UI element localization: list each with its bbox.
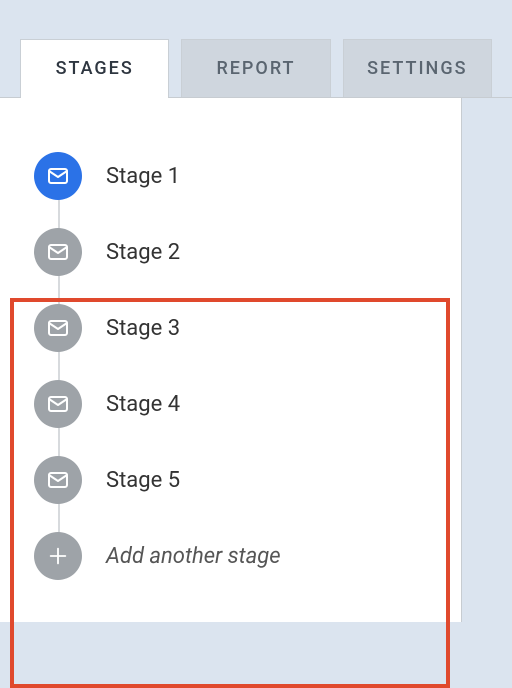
envelope-icon xyxy=(34,304,82,352)
tab-bar: STAGES REPORT SETTINGS xyxy=(0,0,512,98)
envelope-icon xyxy=(34,152,82,200)
tab-stages[interactable]: STAGES xyxy=(20,39,169,97)
envelope-icon xyxy=(34,380,82,428)
add-stage-label: Add another stage xyxy=(106,544,281,569)
stage-label: Stage 5 xyxy=(106,468,180,493)
stage-row[interactable]: Stage 5 xyxy=(34,442,427,518)
plus-icon xyxy=(34,532,82,580)
envelope-icon xyxy=(34,456,82,504)
tab-settings[interactable]: SETTINGS xyxy=(343,39,492,97)
stage-row[interactable]: Stage 2 xyxy=(34,214,427,290)
add-stage-row[interactable]: Add another stage xyxy=(34,518,427,594)
tab-report[interactable]: REPORT xyxy=(181,39,330,97)
stage-row[interactable]: Stage 1 xyxy=(34,138,427,214)
envelope-icon xyxy=(34,228,82,276)
stage-label: Stage 2 xyxy=(106,240,180,265)
panel-wrap: Stage 1 Stage 2 Stage 3 Stage 4 xyxy=(0,98,512,622)
stage-label: Stage 1 xyxy=(106,164,180,189)
stage-list: Stage 1 Stage 2 Stage 3 Stage 4 xyxy=(0,98,461,624)
stage-label: Stage 3 xyxy=(106,316,180,341)
stage-label: Stage 4 xyxy=(106,392,180,417)
stages-panel: Stage 1 Stage 2 Stage 3 Stage 4 xyxy=(0,98,462,622)
stage-row[interactable]: Stage 3 xyxy=(34,290,427,366)
stage-row[interactable]: Stage 4 xyxy=(34,366,427,442)
